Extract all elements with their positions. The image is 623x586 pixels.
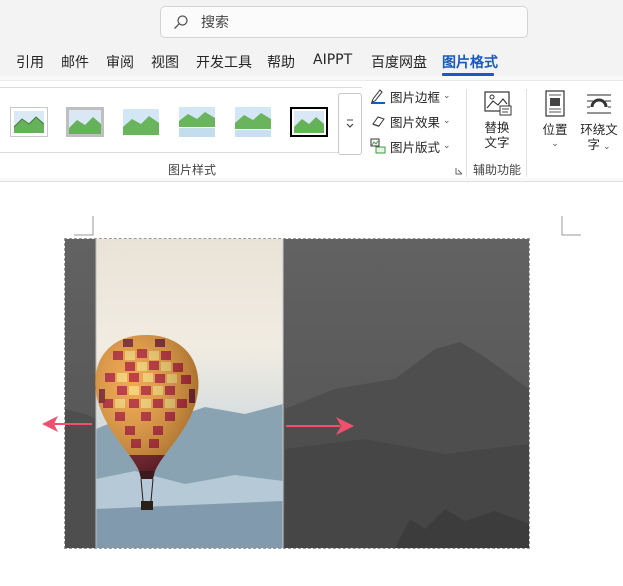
ribbon: 图片样式 图片边框 ⌄ 图片效果 ⌄ 图片版式 ⌄ 替换 文字 辅助功能 位置 … bbox=[0, 76, 623, 182]
tab-references[interactable]: 引用 bbox=[16, 52, 44, 72]
position-button[interactable]: 位置 ⌄ bbox=[540, 89, 570, 152]
group-label-picture-styles: 图片样式 bbox=[168, 163, 217, 177]
search-icon bbox=[174, 15, 188, 29]
chevron-down-more-icon bbox=[346, 119, 354, 128]
page-margin-corner-mark bbox=[561, 216, 581, 236]
picture-effects-icon bbox=[372, 116, 385, 127]
wrap-text-icon bbox=[587, 94, 611, 114]
wrap-text-label-line2: 字 ⌄ bbox=[587, 137, 611, 152]
tab-aippt[interactable]: AIPPT bbox=[313, 52, 352, 68]
tab-baidu-netdisk[interactable]: 百度网盘 bbox=[371, 52, 427, 72]
position-label: 位置 bbox=[542, 122, 568, 137]
gallery-more-button[interactable] bbox=[338, 93, 362, 155]
picture-style-thumbnail[interactable] bbox=[66, 107, 104, 137]
picture-layout-label: 图片版式 bbox=[390, 139, 441, 155]
tab-view[interactable]: 视图 bbox=[151, 52, 179, 72]
selected-picture[interactable] bbox=[64, 238, 530, 549]
picture-layout-button[interactable]: 图片版式 ⌄ bbox=[370, 136, 451, 156]
group-divider bbox=[526, 89, 527, 177]
picture-style-thumbnail[interactable] bbox=[122, 107, 160, 137]
picture-border-label: 图片边框 bbox=[390, 89, 441, 105]
hot-air-balloon-photo bbox=[65, 239, 529, 548]
right-arrow-icon bbox=[286, 417, 354, 435]
tab-review[interactable]: 审阅 bbox=[106, 52, 134, 72]
left-arrow-icon bbox=[42, 416, 92, 432]
picture-border-button[interactable]: 图片边框 ⌄ bbox=[370, 86, 451, 106]
wrap-text-button[interactable]: 环绕文 字 ⌄ bbox=[578, 89, 620, 155]
wrap-text-label-line1: 环绕文 bbox=[580, 122, 618, 137]
pen-border-icon bbox=[371, 89, 385, 104]
chevron-down-icon: ⌄ bbox=[443, 91, 451, 101]
picture-layout-icon bbox=[370, 138, 386, 154]
chevron-down-icon: ⌄ bbox=[602, 142, 611, 152]
tab-developer[interactable]: 开发工具 bbox=[196, 52, 252, 72]
menu-bar: 引用 邮件 审阅 视图 开发工具 帮助 AIPPT 百度网盘 图片格式 bbox=[0, 44, 623, 76]
picture-style-thumbnail[interactable] bbox=[10, 107, 48, 137]
tab-mailings[interactable]: 邮件 bbox=[61, 52, 89, 72]
group-label-accessibility: 辅助功能 bbox=[473, 163, 522, 177]
picture-effects-label: 图片效果 bbox=[390, 114, 441, 130]
search-placeholder: 搜索 bbox=[201, 15, 229, 31]
alt-text-label-line1: 替换 bbox=[484, 120, 510, 135]
title-bar: 搜索 bbox=[0, 0, 623, 44]
picture-style-thumbnail[interactable] bbox=[234, 107, 272, 137]
chevron-down-icon: ⌄ bbox=[443, 116, 451, 126]
alt-text-icon bbox=[484, 91, 512, 116]
page-margin-corner-mark bbox=[74, 216, 94, 236]
chevron-down-icon: ⌄ bbox=[551, 139, 559, 149]
dialog-launcher-icon[interactable] bbox=[455, 167, 463, 175]
alt-text-button[interactable]: 替换 文字 bbox=[478, 89, 516, 150]
ribbon-panel: 图片样式 图片边框 ⌄ 图片效果 ⌄ 图片版式 ⌄ 替换 文字 辅助功能 位置 … bbox=[0, 80, 623, 178]
alt-text-label-line2: 文字 bbox=[484, 135, 510, 150]
picture-effects-button[interactable]: 图片效果 ⌄ bbox=[370, 111, 451, 131]
picture-style-thumbnail[interactable] bbox=[290, 107, 328, 137]
search-box[interactable]: 搜索 bbox=[160, 6, 528, 38]
position-icon bbox=[545, 90, 565, 117]
chevron-down-icon: ⌄ bbox=[443, 141, 451, 151]
tab-picture-format[interactable]: 图片格式 bbox=[442, 52, 498, 72]
document-page bbox=[0, 182, 623, 586]
picture-style-thumbnail[interactable] bbox=[178, 107, 216, 137]
tab-help[interactable]: 帮助 bbox=[267, 52, 295, 72]
group-divider bbox=[466, 89, 467, 177]
